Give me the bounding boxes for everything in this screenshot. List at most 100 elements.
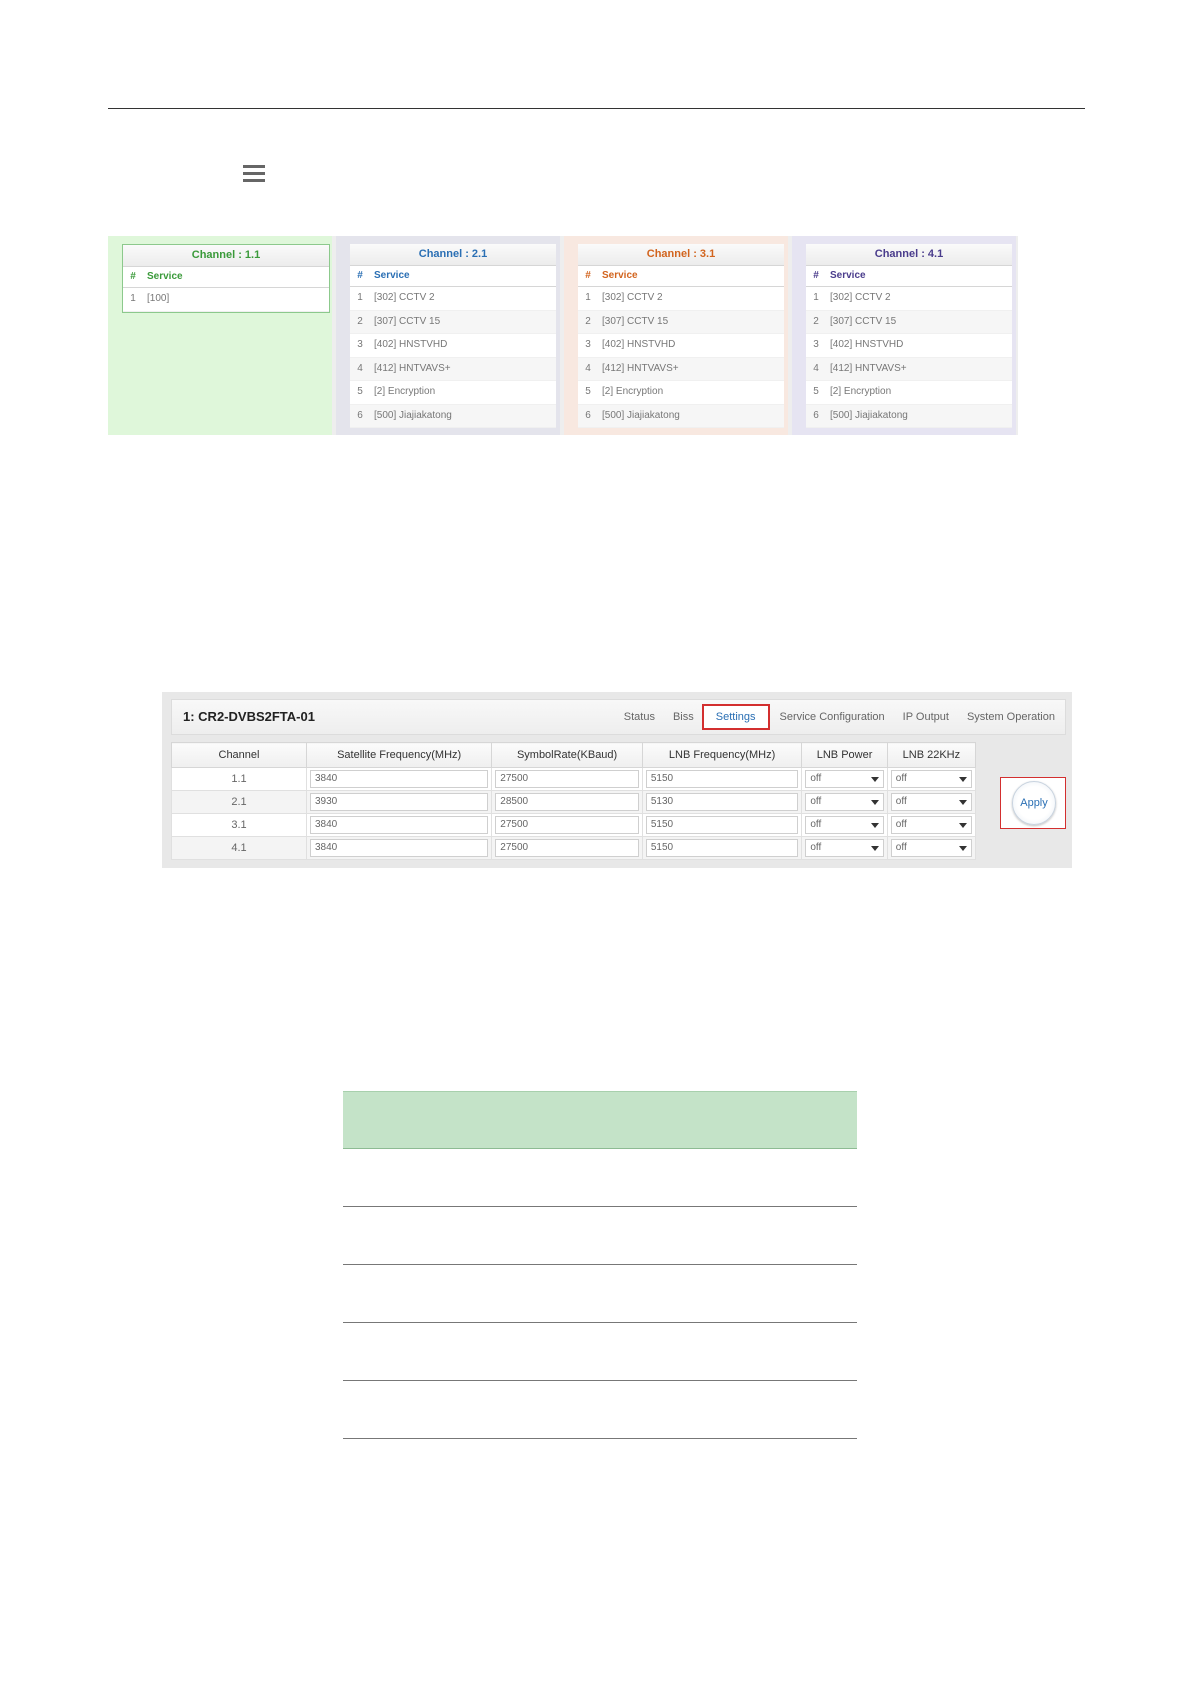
channel-service-table: Channel : 4.1 # Service 1 [302] CCTV 2 2 [307]…	[806, 244, 1012, 428]
service-number: 1	[813, 292, 819, 303]
service-row[interactable]: 5 [2] Encryption	[578, 381, 784, 405]
service-name: [100]	[147, 293, 170, 304]
document-table-row	[343, 1207, 857, 1265]
service-row[interactable]: 4 [412] HNTVAVS+	[350, 357, 556, 381]
service-row[interactable]: 2 [307] CCTV 15	[350, 310, 556, 334]
symbol-rate-cell: 28500	[491, 790, 643, 814]
document-table-row	[343, 1149, 857, 1207]
symbol-rate-input[interactable]: 27500	[495, 816, 639, 834]
lnb-power-select[interactable]: off	[805, 770, 884, 788]
tab-service-configuration[interactable]: Service Configuration	[780, 711, 885, 723]
caret-down-icon	[870, 800, 879, 805]
lnb-22khz-select[interactable]: off	[890, 770, 972, 788]
col-lnb-22khz: LNB 22KHz	[886, 742, 977, 768]
service-row[interactable]: 5 [2] Encryption	[806, 381, 1012, 405]
col-channel: Channel	[171, 742, 307, 768]
apply-button[interactable]: Apply	[1012, 781, 1056, 825]
lnb-power-select[interactable]: off	[805, 839, 884, 857]
satellite-frequency-input[interactable]: 3840	[310, 770, 489, 788]
lnb-22khz-cell: off	[886, 790, 977, 814]
service-row[interactable]: 2 [307] CCTV 15	[806, 310, 1012, 334]
caret-down-icon	[959, 777, 967, 782]
col-number: #	[813, 270, 819, 281]
channel-service-table: Channel : 2.1 # Service 1 [302] CCTV 2 2 [307]…	[350, 244, 556, 428]
service-number: 2	[585, 315, 591, 327]
settings-panel: 1: CR2-DVBS2FTA-01 Status Biss Settings …	[162, 692, 1072, 868]
service-row[interactable]: 5 [2] Encryption	[350, 381, 556, 405]
channel-cell: 3.1	[171, 813, 307, 837]
lnb-freq-cell: 5130	[641, 790, 803, 814]
lnb-22khz-cell: off	[886, 767, 977, 791]
satellite-frequency-input[interactable]: 3840	[310, 816, 489, 834]
service-name: [500] Jiajiakatong	[830, 409, 908, 421]
service-row[interactable]: 3 [402] HNSTVHD	[350, 334, 556, 358]
col-number: #	[130, 271, 136, 282]
lnb-frequency-input[interactable]: 5130	[645, 793, 799, 811]
channel-panel-3-1: Channel : 3.1 # Service 1 [302] CCTV 2 2 [307]…	[564, 236, 788, 435]
channel-cell: 4.1	[171, 836, 307, 860]
service-name: [307] CCTV 15	[830, 315, 897, 327]
tab-system-operation[interactable]: System Operation	[967, 711, 1055, 723]
lnb-22khz-select[interactable]: off	[890, 839, 972, 857]
service-number: 4	[357, 362, 363, 374]
col-satellite-frequency: Satellite Frequency(MHz)	[305, 742, 493, 768]
service-row[interactable]: 1 [100]	[123, 288, 329, 312]
lnb-frequency-input[interactable]: 5150	[645, 816, 799, 834]
table-row: 4.1 3840 27500 5150 off off	[171, 836, 977, 860]
lnb-power-value: off	[810, 796, 822, 807]
col-symbol-rate: SymbolRate(KBaud)	[491, 742, 643, 768]
service-row[interactable]: 6 [500] Jiajiakatong	[350, 404, 556, 428]
list-icon[interactable]	[243, 165, 265, 183]
satellite-frequency-input[interactable]: 3930	[310, 793, 489, 811]
lnb-22khz-value: off	[895, 819, 907, 830]
service-row[interactable]: 3 [402] HNSTVHD	[806, 334, 1012, 358]
channel-panel-1-1: Channel : 1.1 # Service 1 [100]	[108, 236, 332, 435]
service-number: 5	[585, 386, 591, 397]
tab-biss[interactable]: Biss	[673, 711, 694, 723]
tab-ip-output[interactable]: IP Output	[903, 711, 949, 723]
service-name: [307] CCTV 15	[374, 315, 441, 327]
service-number: 1	[357, 292, 363, 303]
service-row[interactable]: 2 [307] CCTV 15	[578, 310, 784, 334]
symbol-rate-input[interactable]: 28500	[495, 793, 639, 811]
service-row[interactable]: 1 [302] CCTV 2	[350, 287, 556, 311]
service-row[interactable]: 6 [500] Jiajiakatong	[578, 404, 784, 428]
service-row[interactable]: 4 [412] HNTVAVS+	[806, 357, 1012, 381]
channel-cell: 1.1	[171, 767, 307, 791]
lnb-frequency-input[interactable]: 5150	[645, 770, 799, 788]
service-number: 3	[357, 339, 363, 350]
caret-down-icon	[870, 777, 879, 782]
lnb-power-select[interactable]: off	[805, 793, 884, 811]
channel-title: Channel : 4.1	[806, 244, 1012, 266]
service-number: 2	[813, 315, 819, 327]
symbol-rate-input[interactable]: 27500	[495, 770, 639, 788]
service-row[interactable]: 3 [402] HNSTVHD	[578, 334, 784, 358]
lnb-22khz-select[interactable]: off	[890, 816, 972, 834]
service-row[interactable]: 1 [302] CCTV 2	[578, 287, 784, 311]
service-number: 2	[357, 315, 363, 327]
service-name: [402] HNSTVHD	[830, 339, 904, 350]
service-table-header: # Service	[806, 266, 1012, 287]
service-name: [2] Encryption	[602, 386, 664, 397]
service-row[interactable]: 6 [500] Jiajiakatong	[806, 404, 1012, 428]
tab-settings[interactable]: Settings	[701, 704, 770, 730]
lnb-22khz-select[interactable]: off	[890, 793, 972, 811]
channel-service-table: Channel : 1.1 # Service 1 [100]	[122, 244, 330, 313]
caret-down-icon	[959, 800, 967, 805]
lnb-frequency-input[interactable]: 5150	[645, 839, 799, 857]
symbol-rate-input[interactable]: 27500	[495, 839, 639, 857]
lnb-power-value: off	[810, 773, 822, 784]
satellite-frequency-input[interactable]: 3840	[310, 839, 489, 857]
document-table-header	[343, 1091, 857, 1149]
service-number: 6	[357, 409, 363, 421]
tab-status[interactable]: Status	[624, 711, 655, 723]
settings-header-bar: 1: CR2-DVBS2FTA-01 Status Biss Settings …	[171, 699, 1066, 735]
service-row[interactable]: 4 [412] HNTVAVS+	[578, 357, 784, 381]
lnb-freq-cell: 5150	[641, 767, 803, 791]
service-number: 1	[585, 292, 591, 303]
lnb-power-value: off	[810, 842, 822, 853]
service-row[interactable]: 1 [302] CCTV 2	[806, 287, 1012, 311]
lnb-power-select[interactable]: off	[805, 816, 884, 834]
channel-cell: 2.1	[171, 790, 307, 814]
service-name: [402] HNSTVHD	[602, 339, 676, 350]
